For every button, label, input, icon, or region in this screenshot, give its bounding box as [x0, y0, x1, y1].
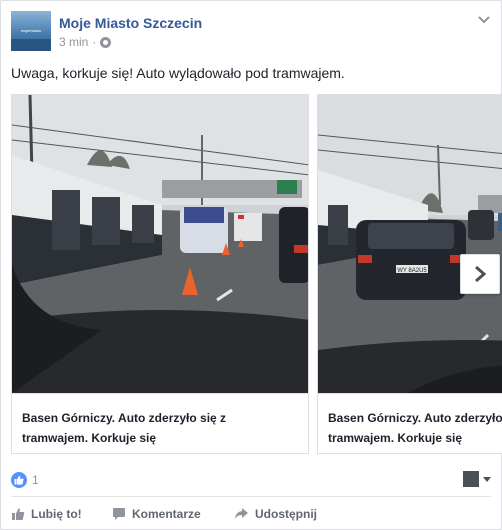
share-button[interactable]: Udostępnij	[234, 501, 317, 527]
card-photo[interactable]: WY 8A2U5	[318, 95, 502, 393]
avatar-text: mojemiasto	[20, 28, 42, 33]
license-plate-text: WY 8A2U5	[397, 268, 427, 274]
meta-separator: ·	[92, 35, 97, 49]
card-caption[interactable]: Basen Górniczy. Auto zderzyło się z tram…	[318, 393, 502, 453]
page-avatar[interactable]: mojemiasto	[11, 11, 51, 51]
card-caption-line: Basen Górniczy. Auto zderzyło się z	[328, 411, 502, 425]
share-label: Udostępnij	[255, 507, 317, 521]
post-meta: 3 min ·	[59, 35, 112, 49]
like-button[interactable]: Lubię to!	[11, 501, 82, 527]
card-caption-line: tramwajem. Korkuje się	[22, 431, 157, 445]
post-timestamp[interactable]: 3 min	[59, 35, 88, 49]
card-photo[interactable]	[12, 95, 309, 393]
share-icon	[235, 508, 248, 519]
avatar-water	[11, 39, 51, 51]
card-caption[interactable]: Basen Górniczy. Auto zderzyło się z tram…	[12, 393, 308, 453]
divider	[11, 496, 491, 497]
like-thumb-icon[interactable]	[11, 472, 27, 488]
page-name-link[interactable]: Moje Miasto Szczecin	[59, 15, 202, 31]
comment-icon	[113, 508, 125, 520]
reactions-bar: 1	[11, 471, 491, 489]
carousel-next-button[interactable]	[460, 254, 500, 294]
carousel-card[interactable]: Basen Górniczy. Auto zderzyło się z tram…	[11, 94, 309, 454]
post-as-selector[interactable]	[463, 471, 491, 487]
comment-button[interactable]: Komentarze	[112, 501, 201, 527]
reaction-count[interactable]: 1	[32, 473, 39, 487]
like-label: Lubię to!	[31, 507, 82, 521]
card-caption-line: Basen Górniczy. Auto zderzyło się z	[22, 411, 227, 425]
link-carousel: Basen Górniczy. Auto zderzyło się z tram…	[11, 94, 502, 454]
viewer-avatar	[463, 471, 479, 487]
feed-post: mojemiasto Moje Miasto Szczecin 3 min · …	[0, 0, 502, 530]
thumbs-up-icon	[12, 508, 25, 520]
chevron-down-icon[interactable]	[477, 15, 491, 25]
card-caption-line: tramwajem. Korkuje się	[328, 431, 463, 445]
post-actions: Lubię to! Komentarze Udostępnij	[11, 501, 491, 527]
chevron-right-icon	[475, 265, 487, 283]
post-text: Uwaga, korkuje się! Auto wylądowało pod …	[11, 65, 345, 81]
caret-down-icon	[483, 476, 491, 482]
globe-icon[interactable]	[100, 36, 112, 48]
post-header: mojemiasto Moje Miasto Szczecin 3 min ·	[11, 11, 491, 53]
comment-label: Komentarze	[132, 507, 201, 521]
